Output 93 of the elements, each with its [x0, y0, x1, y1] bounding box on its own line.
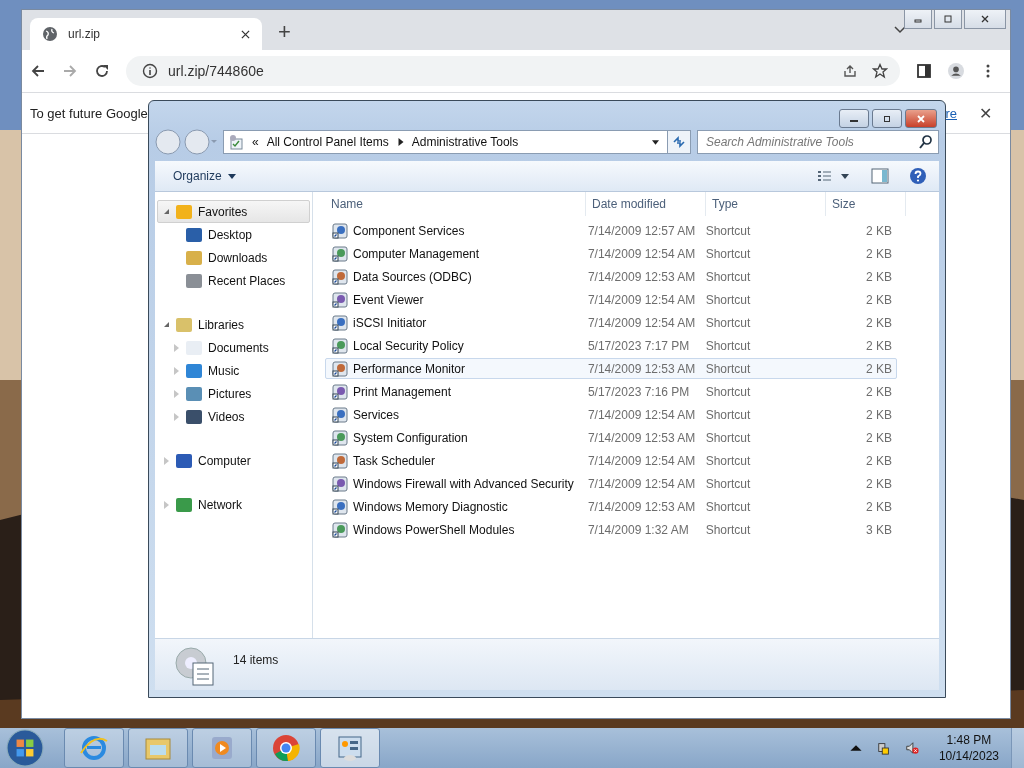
nav-item[interactable]: Downloads: [157, 246, 310, 269]
search-field[interactable]: Search Administrative Tools: [697, 130, 939, 154]
shortcut-icon: [332, 429, 348, 446]
maximize-icon: [882, 113, 892, 124]
control-panel-icon: [228, 134, 244, 150]
file-row[interactable]: Windows Memory Diagnostic 7/14/2009 12:53 AM Shortcut 2 KB: [325, 496, 897, 517]
file-row[interactable]: Computer Management 7/14/2009 12:54 AM Shortcut 2 KB: [325, 243, 897, 264]
close-icon: [980, 14, 990, 24]
file-row[interactable]: Event Viewer 7/14/2009 12:54 AM Shortcut 2 KB: [325, 289, 897, 310]
breadcrumb-item[interactable]: «: [252, 135, 259, 149]
shortcut-icon: [332, 291, 348, 308]
close-icon[interactable]: [241, 29, 250, 39]
nav-item[interactable]: Pictures: [157, 382, 310, 405]
nav-item[interactable]: Music: [157, 359, 310, 382]
close-button[interactable]: [905, 109, 937, 128]
column-header[interactable]: Type: [706, 192, 826, 216]
nav-item[interactable]: Computer: [157, 449, 310, 472]
shortcut-icon: [332, 383, 348, 400]
breadcrumb-item[interactable]: All Control Panel Items: [266, 135, 389, 149]
infobar-close-button[interactable]: ✕: [979, 103, 992, 123]
back-icon[interactable]: [30, 63, 46, 79]
tab-title: url.zip: [68, 27, 101, 41]
clock-date: 10/14/2023: [938, 748, 999, 764]
file-row[interactable]: Local Security Policy 5/17/2023 7:17 PM Shortcut 2 KB: [325, 335, 897, 356]
nav-item[interactable]: Libraries: [157, 313, 310, 336]
close-button[interactable]: [964, 10, 1006, 29]
shortcut-icon: [332, 521, 348, 538]
star-icon[interactable]: [872, 63, 888, 79]
reload-icon[interactable]: [94, 63, 110, 79]
close-icon: [916, 113, 926, 124]
shortcut-icon: [332, 222, 348, 239]
minimize-icon: [850, 120, 858, 122]
help-icon[interactable]: [909, 167, 927, 185]
column-header[interactable]: Name: [325, 192, 586, 216]
caret-icon: [227, 174, 236, 180]
control-panel-icon[interactable]: [320, 728, 380, 768]
info-icon: [142, 63, 158, 79]
view-options-icon[interactable]: [817, 169, 851, 183]
browser-tab[interactable]: url.zip: [30, 18, 262, 50]
dropdown-arrow-icon[interactable]: [652, 138, 659, 146]
nav-item[interactable]: Documents: [157, 336, 310, 359]
shortcut-icon: [332, 337, 348, 354]
shortcut-icon: [332, 360, 348, 377]
shortcut-icon: [332, 475, 348, 492]
shortcut-icon: [332, 406, 348, 423]
chevron-down-icon[interactable]: [894, 26, 906, 34]
search-icon: [918, 134, 934, 150]
new-tab-button[interactable]: +: [278, 20, 291, 44]
chevron-right-icon[interactable]: [396, 138, 404, 146]
nav-item[interactable]: Network: [157, 493, 310, 516]
maximize-button[interactable]: [872, 109, 902, 128]
file-row[interactable]: Performance Monitor 7/14/2009 12:53 AM Shortcut 2 KB: [325, 358, 897, 379]
infobar-link[interactable]: re: [945, 105, 957, 121]
file-row[interactable]: Data Sources (ODBC) 7/14/2009 12:53 AM Shortcut 2 KB: [325, 266, 897, 287]
nav-item[interactable]: Favorites: [157, 200, 310, 223]
share-icon[interactable]: [842, 63, 858, 79]
minimize-button[interactable]: [839, 109, 869, 128]
file-row[interactable]: Windows PowerShell Modules 7/14/2009 1:32 AM Shortcut 3 KB: [325, 519, 897, 540]
file-row[interactable]: iSCSI Initiator 7/14/2009 12:54 AM Shortcut 2 KB: [325, 312, 897, 333]
organize-menu[interactable]: Organize: [173, 169, 236, 183]
clock-time: 1:48 PM: [946, 732, 992, 748]
nav-item[interactable]: Recent Places: [157, 269, 310, 292]
shortcut-icon: [332, 314, 348, 331]
infobar-message: To get future Google: [30, 105, 148, 121]
globe-icon: [42, 26, 58, 42]
breadcrumb-item[interactable]: Administrative Tools: [411, 135, 519, 149]
file-row[interactable]: Services 7/14/2009 12:54 AM Shortcut 2 KB: [325, 404, 897, 425]
file-row[interactable]: Windows Firewall with Advanced Security 7/14/2009 12:54 AM Shortcut 2 KB: [325, 473, 897, 494]
address-bar[interactable]: url.zip/744860e: [126, 56, 900, 86]
file-row[interactable]: Print Management 5/17/2023 7:16 PM Shortcut 2 KB: [325, 381, 897, 402]
file-row[interactable]: Task Scheduler 7/14/2009 12:54 AM Shortcut 2 KB: [325, 450, 897, 471]
refresh-button[interactable]: [667, 131, 690, 153]
shortcut-icon: [332, 245, 348, 262]
nav-item[interactable]: Desktop: [157, 223, 310, 246]
shortcut-icon: [332, 498, 348, 515]
shortcut-icon: [332, 268, 348, 285]
file-row[interactable]: Component Services 7/14/2009 12:57 AM Shortcut 2 KB: [325, 220, 897, 241]
profile-icon[interactable]: [948, 63, 964, 79]
column-header[interactable]: Size: [826, 192, 906, 216]
side-panel-icon[interactable]: [916, 63, 932, 79]
column-header[interactable]: Date modified: [586, 192, 706, 216]
maximize-icon: [943, 14, 953, 24]
nav-item[interactable]: Videos: [157, 405, 310, 428]
admin-tools-icon: [173, 645, 217, 689]
breadcrumb-bar[interactable]: « All Control Panel Items Administrative Tools: [223, 130, 691, 154]
refresh-icon: [672, 135, 686, 149]
chrome-icon[interactable]: [256, 728, 316, 768]
item-count: 14 items: [233, 653, 279, 667]
network-icon[interactable]: [876, 741, 891, 755]
volume-muted-icon[interactable]: [904, 741, 919, 755]
file-row[interactable]: System Configuration 7/14/2009 12:53 AM Shortcut 2 KB: [325, 427, 897, 448]
start-button[interactable]: [6, 729, 44, 767]
shortcut-icon: [332, 452, 348, 469]
